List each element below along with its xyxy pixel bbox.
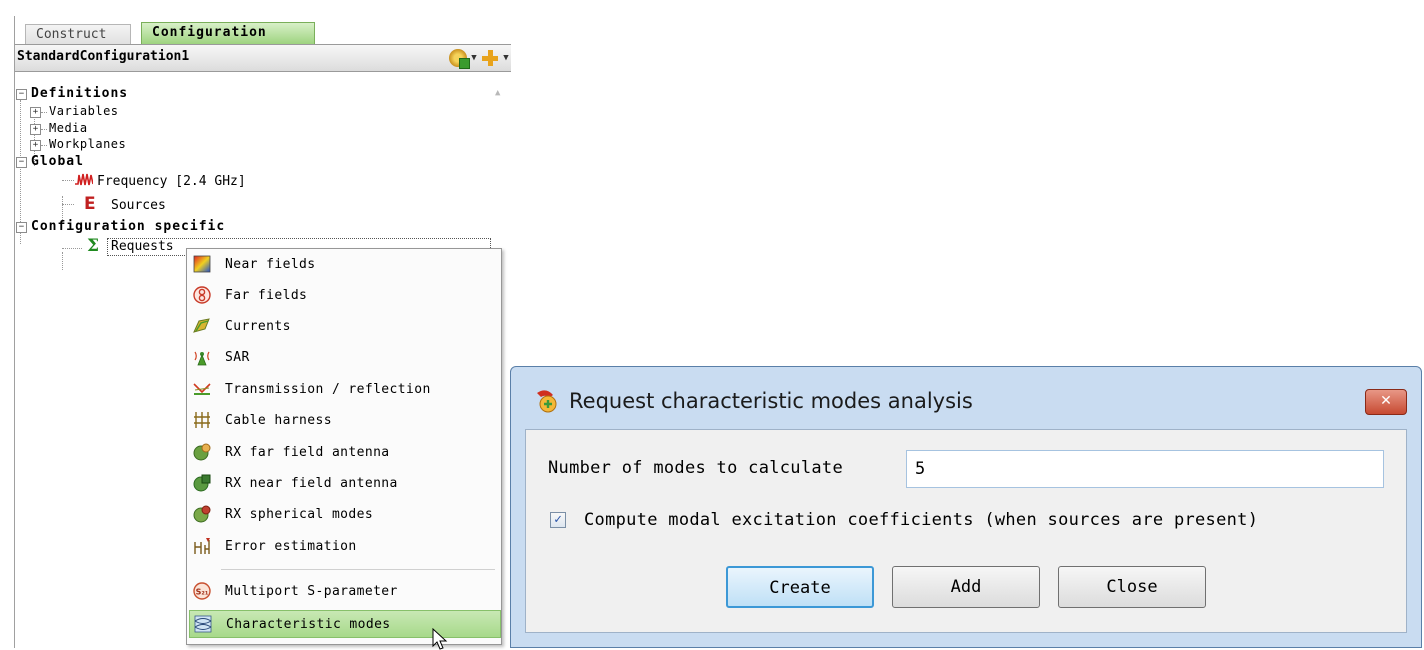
tree-item-variables[interactable]: Variables xyxy=(49,103,119,120)
app-icon xyxy=(537,390,557,413)
s-parameter-icon: S₂₁ xyxy=(193,582,211,600)
menu-item-label: Far fields xyxy=(225,288,308,303)
menu-item-label: RX spherical modes xyxy=(225,507,374,522)
transmission-icon xyxy=(193,383,211,395)
tree-item-workplanes[interactable]: Workplanes xyxy=(49,136,126,153)
frequency-icon xyxy=(75,173,93,186)
excitation-coefficients-checkbox[interactable]: ✓ xyxy=(550,512,566,528)
tree-item-global[interactable]: Global xyxy=(31,153,84,170)
collapse-icon[interactable]: − xyxy=(16,89,27,100)
rx-spherical-icon xyxy=(193,505,211,523)
panel-tabs: Construct Configuration xyxy=(15,22,511,45)
tree-item-requests[interactable]: Requests xyxy=(111,238,174,255)
menu-item-far-fields[interactable]: Far fields xyxy=(189,282,499,308)
mouse-cursor-icon xyxy=(432,628,448,650)
sources-icon: E xyxy=(84,194,96,214)
tree-item-configuration-specific[interactable]: Configuration specific xyxy=(31,218,225,235)
menu-item-label: Cable harness xyxy=(225,413,332,428)
menu-item-multiport-s-parameter[interactable]: S₂₁ Multiport S-parameter xyxy=(189,578,499,604)
tree-item-sources[interactable]: Sources xyxy=(111,197,166,214)
menu-item-rx-spherical-modes[interactable]: RX spherical modes xyxy=(189,501,499,527)
menu-item-currents[interactable]: Currents xyxy=(189,313,499,339)
menu-item-rx-near-field-antenna[interactable]: RX near field antenna xyxy=(189,470,499,496)
excitation-coefficients-label[interactable]: Compute modal excitation coefficients (w… xyxy=(584,510,1258,530)
menu-item-error-estimation[interactable]: Error estimation xyxy=(189,533,499,559)
far-fields-icon xyxy=(193,286,211,304)
add-button[interactable]: Add xyxy=(892,566,1040,608)
menu-item-characteristic-modes[interactable]: Characteristic modes xyxy=(189,610,501,638)
rx-far-field-icon xyxy=(193,443,211,461)
menu-item-transmission-reflection[interactable]: Transmission / reflection xyxy=(189,376,499,402)
tab-construct[interactable]: Construct xyxy=(25,24,131,45)
menu-item-label: Error estimation xyxy=(225,539,357,554)
close-icon[interactable]: ✕ xyxy=(1365,389,1407,415)
currents-icon xyxy=(193,318,210,333)
menu-item-cable-harness[interactable]: Cable harness xyxy=(189,407,499,433)
sar-icon xyxy=(194,351,210,366)
menu-item-label: Multiport S-parameter xyxy=(225,584,398,599)
near-fields-icon xyxy=(193,255,211,273)
dialog-body: Number of modes to calculate 5 ✓ Compute… xyxy=(525,429,1407,633)
menu-separator xyxy=(221,569,495,570)
expand-icon[interactable]: + xyxy=(30,124,41,135)
cable-harness-icon xyxy=(194,412,210,428)
collapse-icon[interactable]: − xyxy=(16,157,27,168)
modes-input[interactable]: 5 xyxy=(906,450,1384,488)
scroll-up-icon[interactable]: ▲ xyxy=(495,88,500,98)
menu-item-label: RX far field antenna xyxy=(225,445,390,460)
chevron-down-icon[interactable]: ▼ xyxy=(501,53,511,63)
configuration-name: StandardConfiguration1 xyxy=(17,49,190,64)
menu-item-label: Transmission / reflection xyxy=(225,382,431,397)
configuration-header: StandardConfiguration1 ▼ ▼ xyxy=(15,44,511,72)
gear-icon[interactable] xyxy=(449,49,470,69)
request-characteristic-modes-dialog: Request characteristic modes analysis ✕ … xyxy=(510,366,1422,648)
menu-item-label: Currents xyxy=(225,319,291,334)
menu-item-label: RX near field antenna xyxy=(225,476,398,491)
tree-item-media[interactable]: Media xyxy=(49,120,88,137)
close-button[interactable]: Close xyxy=(1058,566,1206,608)
expand-icon[interactable]: + xyxy=(30,140,41,151)
expand-icon[interactable]: + xyxy=(30,107,41,118)
create-button[interactable]: Create xyxy=(726,566,874,608)
menu-item-label: Characteristic modes xyxy=(226,617,391,632)
modes-label: Number of modes to calculate xyxy=(548,458,843,478)
collapse-icon[interactable]: − xyxy=(16,222,27,233)
menu-item-label: Near fields xyxy=(225,257,316,272)
tab-configuration[interactable]: Configuration xyxy=(141,22,315,45)
characteristic-modes-icon xyxy=(194,615,212,633)
add-icon[interactable] xyxy=(481,49,499,67)
context-menu: Near fields Far fields Currents SAR Tran… xyxy=(186,248,502,645)
dialog-title: Request characteristic modes analysis xyxy=(569,389,973,413)
menu-item-near-fields[interactable]: Near fields xyxy=(189,251,499,277)
requests-icon: Σ xyxy=(87,236,100,256)
menu-item-label: SAR xyxy=(225,350,250,365)
tree-item-definitions[interactable]: Definitions xyxy=(31,85,128,102)
menu-item-sar[interactable]: SAR xyxy=(189,344,499,370)
rx-near-field-icon xyxy=(193,474,211,492)
svg-text:S₂₁: S₂₁ xyxy=(196,588,209,597)
chevron-down-icon[interactable]: ▼ xyxy=(469,53,479,63)
tree-item-frequency[interactable]: Frequency [2.4 GHz] xyxy=(97,173,246,190)
error-estimation-icon xyxy=(194,538,210,554)
menu-item-rx-far-field-antenna[interactable]: RX far field antenna xyxy=(189,439,499,465)
